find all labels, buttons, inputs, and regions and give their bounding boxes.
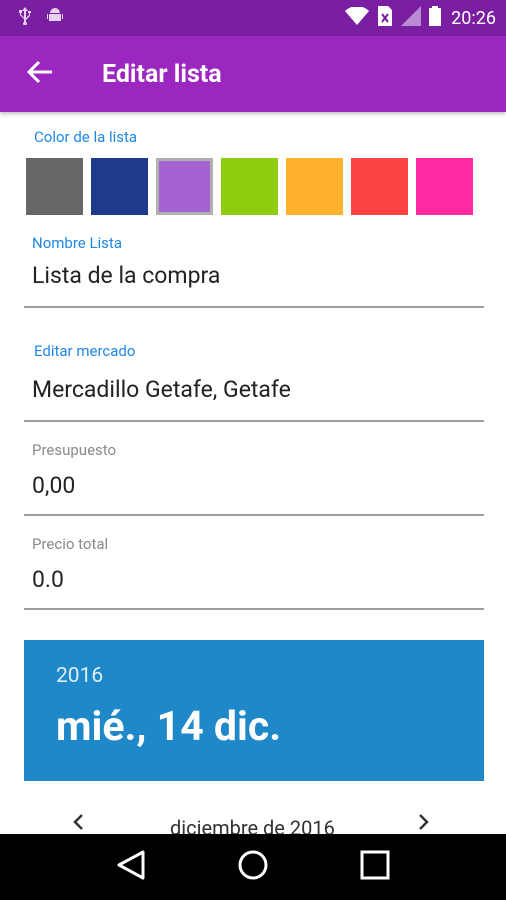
market-label: Editar mercado [34, 342, 136, 360]
square-recents-icon [360, 850, 390, 884]
nav-home-button[interactable] [223, 837, 283, 897]
budget-field[interactable]: 0,00 [24, 472, 484, 516]
color-swatch-red[interactable] [351, 158, 408, 215]
name-field[interactable]: Lista de la compra [24, 262, 484, 308]
circle-home-icon [237, 849, 269, 885]
battery-icon [429, 6, 442, 30]
wifi-icon [345, 6, 370, 29]
date-picker-date[interactable]: mié., 14 dic. [56, 703, 281, 751]
edit-form: Color de la lista Nombre Lista Lista de … [0, 112, 506, 834]
color-swatch-navy[interactable] [91, 158, 148, 215]
chevron-left-icon[interactable] [72, 812, 84, 834]
status-time: 20:26 [451, 7, 496, 29]
nav-back-button[interactable] [101, 837, 161, 897]
triangle-back-icon [117, 850, 145, 884]
month-label: diciembre de 2016 [170, 816, 335, 834]
page-title: Editar lista [102, 59, 222, 89]
signal-icon [401, 6, 422, 30]
color-swatch-green[interactable] [221, 158, 278, 215]
no-sim-icon [377, 6, 393, 30]
date-picker-header: 2016 mié., 14 dic. [24, 640, 484, 781]
total-field-value: 0.0 [32, 566, 64, 593]
name-field-value: Lista de la compra [32, 262, 221, 289]
app-bar: Editar lista [0, 36, 506, 112]
usb-icon [18, 7, 32, 29]
month-navigation: diciembre de 2016 [0, 812, 506, 834]
name-label: Nombre Lista [32, 234, 122, 252]
status-left [18, 7, 64, 29]
arrow-left-icon [26, 60, 53, 88]
color-swatch-orange[interactable] [286, 158, 343, 215]
nav-recents-button[interactable] [345, 837, 405, 897]
color-swatch-pink[interactable] [416, 158, 473, 215]
status-right: 20:26 [345, 6, 496, 30]
android-debug-icon [46, 7, 64, 29]
market-field-value: Mercadillo Getafe, Getafe [32, 376, 291, 403]
system-nav-bar [0, 834, 506, 900]
color-label: Color de la lista [34, 128, 138, 146]
chevron-right-icon[interactable] [418, 812, 430, 834]
date-picker-year[interactable]: 2016 [56, 664, 103, 688]
budget-field-value: 0,00 [32, 472, 76, 499]
color-swatch-gray[interactable] [26, 158, 83, 215]
budget-label: Presupuesto [32, 441, 117, 459]
back-button[interactable] [0, 36, 80, 112]
color-swatch-purple[interactable] [156, 158, 213, 215]
total-label: Precio total [32, 535, 109, 553]
color-swatches [26, 158, 473, 215]
market-field[interactable]: Mercadillo Getafe, Getafe [24, 376, 484, 422]
status-bar: 20:26 [0, 0, 506, 36]
total-field[interactable]: 0.0 [24, 566, 484, 610]
